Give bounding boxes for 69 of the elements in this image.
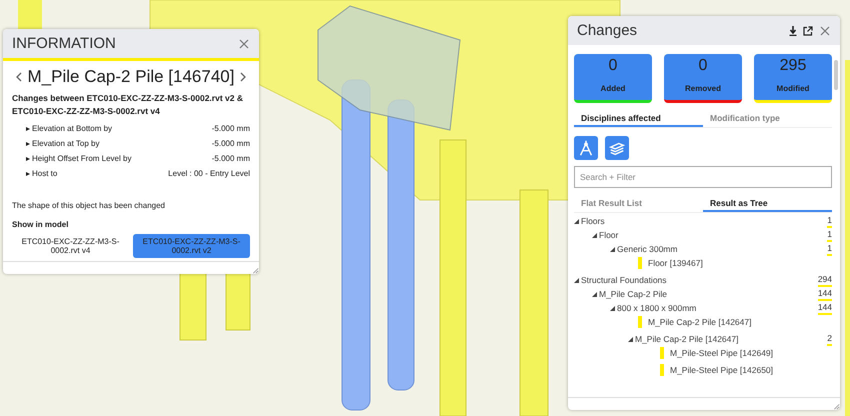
stat-card[interactable]: 295 Modified — [754, 54, 832, 103]
close-icon — [820, 26, 830, 36]
stat-count: 0 — [698, 57, 708, 75]
external-link-icon — [803, 26, 813, 36]
change-count: 1 — [827, 214, 832, 228]
tree-item[interactable]: M_Pile Cap-2 Pile [142647] — [635, 334, 828, 344]
tab[interactable]: Result as Tree — [703, 196, 832, 212]
version-button[interactable]: ETC010-EXC-ZZ-ZZ-M3-S-0002.rvt v2 — [133, 234, 250, 258]
change-count: 144 — [818, 302, 832, 314]
triangle-icon — [26, 156, 30, 162]
triangle-icon — [26, 140, 30, 146]
panel-title: INFORMATION — [12, 35, 116, 52]
shape-note: The shape of this object has been changed — [12, 201, 166, 210]
stat-count: 0 — [608, 57, 618, 75]
status-bar-marker — [638, 316, 642, 328]
change-count: 294 — [818, 274, 832, 286]
status-bar-marker — [660, 347, 664, 359]
change-count: 2 — [827, 332, 832, 346]
change-count: 144 — [818, 288, 832, 300]
tree-item[interactable]: M_Pile Cap-2 Pile [142647] — [648, 317, 832, 327]
property-value: -5.000 mm — [212, 139, 250, 148]
stat-card[interactable]: 0 Removed — [664, 54, 742, 103]
property-value: -5.000 mm — [212, 124, 250, 133]
section-label: Show in model — [12, 220, 70, 229]
changes-heading: Changes between ETC010-EXC-ZZ-ZZ-M3-S-0002.rvt v2 & ETC010-EXC-ZZ-ZZ-M3-S-0002.rvt v4 — [12, 92, 244, 118]
object-name: M_Pile Cap-2 Pile [146740] — [28, 67, 234, 87]
tree-item[interactable]: Structural Foundations — [581, 275, 818, 285]
tab[interactable]: Disciplines affected — [574, 111, 703, 127]
resize-grip-icon — [832, 402, 840, 410]
status-bar-marker — [638, 257, 642, 269]
tab[interactable]: Flat Result List — [574, 196, 703, 212]
compass-button[interactable] — [574, 136, 598, 160]
panel-title: Changes — [577, 22, 638, 39]
stat-count: 295 — [780, 57, 806, 75]
tree-item[interactable]: Floors — [581, 216, 828, 226]
tree-item[interactable]: Floor [139467] — [648, 258, 832, 268]
tree-item[interactable]: M_Pile-Steel Pipe [142650] — [670, 365, 832, 375]
resize-grip-icon — [251, 266, 259, 274]
triangle-icon — [26, 126, 30, 132]
download-icon — [788, 26, 798, 36]
tree-item[interactable]: M_Pile-Steel Pipe [142649] — [670, 348, 832, 358]
stat-label: Added — [600, 84, 626, 93]
tree-item[interactable]: Generic 300mm — [617, 244, 828, 254]
change-count: 1 — [827, 242, 832, 256]
close-icon — [239, 38, 249, 48]
tree-item[interactable]: 800 x 1800 x 900mm — [617, 303, 818, 313]
stat-label: Removed — [684, 84, 721, 93]
change-count: 1 — [827, 228, 832, 242]
property-label: Elevation at Bottom by — [32, 124, 114, 133]
stat-label: Modified — [776, 84, 810, 93]
chevron-icon — [14, 71, 24, 83]
search-field[interactable]: Search + Filter — [574, 166, 832, 188]
close-button[interactable] — [237, 38, 251, 48]
close-button[interactable] — [818, 26, 832, 36]
compass-icon — [577, 139, 595, 157]
property-label: Host to — [32, 169, 58, 178]
layers-button[interactable] — [605, 136, 629, 160]
property-label: Height Offset From Level by — [32, 154, 132, 163]
tree-item[interactable]: M_Pile Cap-2 Pile — [599, 289, 818, 299]
property-value: Level : 00 - Entry Level — [168, 169, 250, 178]
property-value: -5.000 mm — [212, 154, 250, 163]
scrollbar[interactable] — [834, 60, 838, 90]
stat-card[interactable]: 0 Added — [574, 54, 652, 103]
property-label: Elevation at Top by — [32, 139, 100, 148]
tree-item[interactable]: Floor — [599, 230, 828, 240]
status-bar-marker — [660, 364, 664, 376]
tab[interactable]: Modification type — [703, 111, 832, 127]
chevron-icon — [238, 71, 248, 83]
triangle-icon — [26, 170, 30, 176]
